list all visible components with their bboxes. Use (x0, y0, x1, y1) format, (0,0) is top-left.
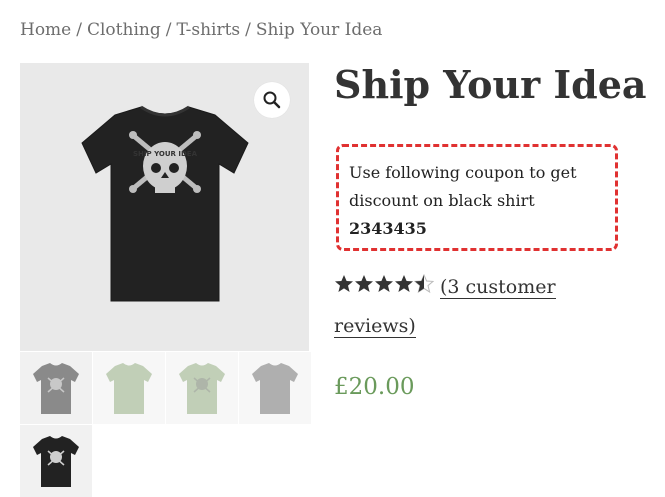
breadcrumb-tshirts-link[interactable]: T-shirts (176, 20, 240, 40)
breadcrumb-separator: / (165, 20, 172, 40)
shirt-print-text: SHIP YOUR IDEA (133, 150, 198, 158)
green-shirt-thumbnail[interactable] (93, 352, 165, 424)
breadcrumb-home-link[interactable]: Home (20, 20, 71, 40)
breadcrumb: Home / Clothing / T-shirts / Ship Your Idea (20, 20, 382, 40)
black-shirt-thumbnail[interactable] (20, 425, 92, 497)
shirt-thumbnail-image (33, 436, 79, 487)
product-rating: (3 customer reviews) (334, 268, 634, 345)
star-rating (334, 269, 434, 307)
shirt-thumbnail-image (106, 363, 152, 414)
product-price: £20.00 (334, 374, 415, 400)
shirt-thumbnail-image (252, 363, 298, 414)
star-icons (335, 274, 434, 293)
green-skull-shirt-thumbnail[interactable] (166, 352, 238, 424)
breadcrumb-separator: / (76, 20, 82, 40)
coupon-code: 2343435 (349, 219, 427, 238)
zoom-button[interactable] (254, 82, 290, 118)
search-icon (263, 91, 281, 109)
coupon-notice: Use following coupon to get discount on … (336, 144, 618, 251)
breadcrumb-current: Ship Your Idea (255, 20, 383, 40)
shirt-thumbnail-image (33, 363, 79, 414)
shirt-thumbnail-image (179, 363, 225, 414)
product-title: Ship Your Idea (334, 62, 647, 107)
breadcrumb-separator: / (245, 20, 251, 40)
grey-shirt-thumbnail[interactable] (20, 352, 92, 424)
coupon-text: Use following coupon to get discount on … (349, 163, 577, 210)
grey-plain-shirt-thumbnail[interactable] (239, 352, 311, 424)
breadcrumb-clothing-link[interactable]: Clothing (87, 20, 161, 40)
